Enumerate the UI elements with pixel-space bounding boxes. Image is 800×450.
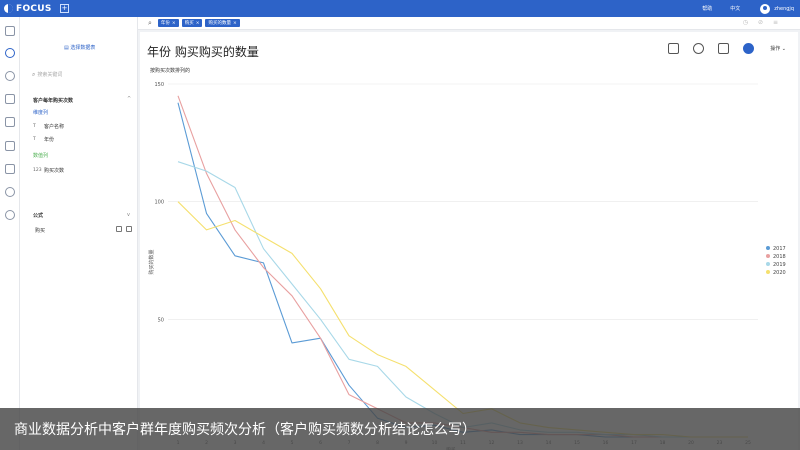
- user-icon[interactable]: [5, 187, 15, 197]
- formula-item[interactable]: 购买: [35, 227, 45, 234]
- field-item[interactable]: T 年份: [33, 136, 54, 143]
- field-name: 客户名称: [44, 124, 65, 130]
- y-tick-label: 100: [154, 200, 164, 206]
- help-link[interactable]: 帮助: [702, 5, 712, 12]
- close-icon[interactable]: ×: [172, 21, 176, 26]
- legend-marker: [766, 270, 770, 274]
- series-line-2019: [177, 161, 748, 438]
- field-name: 年份: [44, 137, 55, 143]
- legend-marker: [766, 254, 770, 258]
- measure-section-label: 数值列: [33, 153, 49, 159]
- close-icon[interactable]: ×: [233, 21, 237, 26]
- board-icon[interactable]: [5, 94, 15, 104]
- search-placeholder: 搜索关键词: [37, 72, 63, 78]
- caption-banner: 商业数据分析中客户群年度购买频次分析（客户购买频数分析结论怎么写）: [0, 408, 800, 450]
- help-icon[interactable]: [5, 71, 15, 81]
- clear-icon[interactable]: ⊘: [758, 19, 763, 26]
- dimension-section-label: 维度列: [33, 110, 49, 116]
- app-logo[interactable]: FOCUS: [0, 4, 58, 14]
- clock-icon[interactable]: ◷: [743, 19, 748, 26]
- chevron-up-icon[interactable]: ^: [127, 96, 131, 102]
- number-type-icon: 123: [33, 168, 42, 173]
- search-icon: ⌕: [148, 18, 152, 27]
- focus-logo-icon: [4, 4, 13, 13]
- legend-label: 2020: [773, 270, 786, 276]
- text-type-icon: T: [33, 124, 36, 129]
- series-line-2018: [177, 95, 748, 438]
- legend-marker: [766, 262, 770, 266]
- chip-label: 购买: [184, 21, 194, 26]
- y-axis-label: 购买的数量: [148, 249, 155, 274]
- line-chart: 50100150购买的数量123456789101112131415161718…: [148, 82, 786, 450]
- query-tools: ◷ ⊘ ≡: [733, 19, 778, 26]
- folder-icon[interactable]: [5, 141, 15, 151]
- field-item[interactable]: T 客户名称: [33, 123, 64, 130]
- close-icon[interactable]: ×: [196, 21, 200, 26]
- field-panel: ▤ 选择数据表 ⌕ 搜索关键词 客户每年购买次数 ^ 维度列 T 客户名称 T …: [20, 17, 138, 450]
- search-icon[interactable]: [5, 48, 15, 58]
- delete-icon[interactable]: [126, 226, 132, 232]
- language-switch[interactable]: 中文: [730, 5, 740, 12]
- legend-label: 2019: [773, 262, 786, 268]
- field-item[interactable]: 123 购买次数: [33, 167, 64, 174]
- series-line-2017: [177, 102, 748, 438]
- select-table-label: 选择数据表: [70, 45, 96, 51]
- home-icon[interactable]: [5, 26, 15, 36]
- top-right-menu: 帮助 中文 zhengjq: [684, 0, 794, 17]
- chip-label: 购买的数量: [208, 21, 231, 26]
- dataset-title[interactable]: 客户每年购买次数: [33, 97, 73, 104]
- chip-label: 年份: [160, 21, 170, 26]
- legend-label: 2017: [773, 246, 786, 252]
- icon-rail: [0, 17, 20, 450]
- query-chip[interactable]: 购买 ×: [181, 19, 203, 27]
- new-tab-button[interactable]: +: [60, 4, 69, 13]
- query-chip[interactable]: 购买的数量 ×: [205, 19, 240, 27]
- app-name: FOCUS: [16, 3, 52, 14]
- query-bar[interactable]: ⌕ 年份 × 购买 × 购买的数量 × ◷ ⊘ ≡: [138, 17, 800, 30]
- y-tick-label: 50: [158, 317, 164, 323]
- edit-icon[interactable]: [116, 226, 122, 232]
- legend-marker: [766, 246, 770, 250]
- query-chip[interactable]: 年份 ×: [157, 19, 179, 27]
- settings-icon[interactable]: [5, 210, 15, 220]
- avatar[interactable]: [760, 3, 771, 14]
- y-tick-label: 150: [154, 82, 164, 88]
- field-search-input[interactable]: ⌕ 搜索关键词: [32, 70, 132, 79]
- legend-label: 2018: [773, 254, 786, 260]
- text-type-icon: T: [33, 137, 36, 142]
- search-icon: ⌕: [32, 70, 36, 78]
- top-bar: FOCUS + 帮助 中文 zhengjq: [0, 0, 800, 17]
- document-icon[interactable]: [5, 164, 15, 174]
- chart-card: 年份 购买购买的数量 操作 ⌄ 按购买次数排列的 50100150购买的数量12…: [140, 32, 798, 450]
- field-name: 购买次数: [44, 168, 65, 174]
- table-icon[interactable]: [5, 117, 15, 127]
- select-table-button[interactable]: ▤ 选择数据表: [64, 44, 95, 51]
- chevron-down-icon[interactable]: v: [127, 212, 130, 218]
- more-icon[interactable]: ≡: [773, 19, 778, 26]
- user-name[interactable]: zhengjq: [774, 6, 794, 12]
- formula-section-title[interactable]: 公式: [33, 212, 43, 219]
- formula-tools: [112, 226, 132, 232]
